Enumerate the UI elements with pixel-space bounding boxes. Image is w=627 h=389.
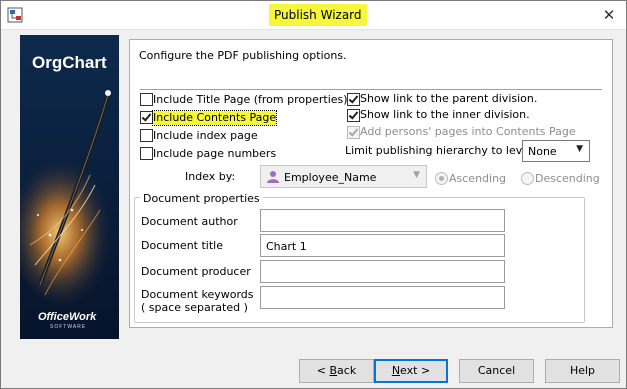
include-index-page-checkbox[interactable] (140, 129, 153, 142)
hierarchy-level-select[interactable]: None ▼ (522, 140, 590, 162)
include-contents-page-checkbox[interactable] (140, 111, 153, 124)
descending-label: Descending (535, 172, 600, 185)
show-link-parent-label[interactable]: Show link to the parent division. (360, 92, 537, 106)
hierarchy-level-value: None (528, 145, 557, 158)
officework-logo: OfficeWork (38, 311, 97, 323)
close-icon[interactable]: ✕ (600, 6, 618, 24)
include-page-numbers-label[interactable]: Include page numbers (153, 147, 276, 161)
add-persons-pages-label: Add persons' pages into Contents Page (360, 125, 576, 138)
radio-dot (439, 176, 444, 181)
check-icon (141, 111, 152, 122)
check-icon (348, 93, 359, 104)
back-mnemonic: B (329, 364, 338, 377)
index-by-value: Employee_Name (284, 171, 377, 184)
document-keywords-hint: ( space separated ) (141, 301, 248, 314)
document-producer-field[interactable] (260, 260, 505, 283)
chevron-down-icon: ▼ (576, 144, 583, 154)
check-icon (348, 109, 359, 120)
document-producer-label: Document producer (141, 265, 251, 278)
next-rest: ext > (400, 364, 431, 377)
document-keywords-label: Document keywords (141, 288, 254, 301)
document-author-label: Document author (141, 215, 238, 228)
show-link-inner-label[interactable]: Show link to the inner division. (360, 108, 530, 122)
document-author-field[interactable] (260, 209, 505, 232)
add-persons-pages-checkbox (347, 126, 360, 139)
publish-wizard-window: Publish Wizard ✕ OrgChart OfficeWork SOF… (0, 0, 627, 389)
back-rest: ack (337, 364, 357, 377)
show-link-inner-checkbox[interactable] (347, 109, 360, 122)
instruction-text: Configure the PDF publishing options. (139, 49, 347, 62)
back-button[interactable]: < Back (299, 359, 374, 383)
officework-logo-sub: SOFTWARE (50, 324, 87, 330)
include-title-page-label[interactable]: Include Title Page (from properties) (153, 93, 348, 107)
divider (140, 89, 602, 90)
back-prefix: < (316, 364, 330, 377)
window-title: Publish Wizard (269, 4, 367, 26)
cancel-button[interactable]: Cancel (459, 359, 534, 383)
index-by-select: Employee_Name ▼ (260, 165, 427, 188)
next-mnemonic: N (391, 364, 401, 377)
person-icon (267, 171, 279, 183)
next-button[interactable]: Next > (374, 359, 448, 383)
document-properties-title: Document properties (140, 192, 263, 205)
document-title-value: Chart 1 (266, 240, 307, 253)
include-title-page-checkbox[interactable] (140, 93, 153, 106)
hierarchy-level-label: Limit publishing hierarchy to level: (345, 144, 536, 157)
check-icon (348, 126, 359, 137)
options-panel: Configure the PDF publishing options. In… (129, 39, 613, 328)
document-title-field[interactable]: Chart 1 (260, 234, 505, 257)
document-keywords-field[interactable] (260, 286, 505, 309)
include-index-page-label[interactable]: Include index page (153, 129, 258, 143)
orgchart-logo: OrgChart (32, 53, 107, 72)
descending-radio (521, 172, 534, 185)
title-bar[interactable]: Publish Wizard ✕ (1, 1, 626, 30)
side-banner-image: OrgChart OfficeWork SOFTWARE (20, 35, 119, 339)
include-contents-page-label[interactable]: Include Contents Page (151, 110, 278, 126)
chevron-down-icon: ▼ (413, 170, 420, 180)
help-button[interactable]: Help (545, 359, 620, 383)
show-link-parent-checkbox[interactable] (347, 93, 360, 106)
document-title-label: Document title (141, 239, 223, 252)
app-icon (7, 7, 23, 23)
index-by-label: Index by: (185, 170, 236, 183)
ascending-label: Ascending (449, 172, 507, 185)
include-page-numbers-checkbox[interactable] (140, 147, 153, 160)
ascending-radio (435, 172, 448, 185)
